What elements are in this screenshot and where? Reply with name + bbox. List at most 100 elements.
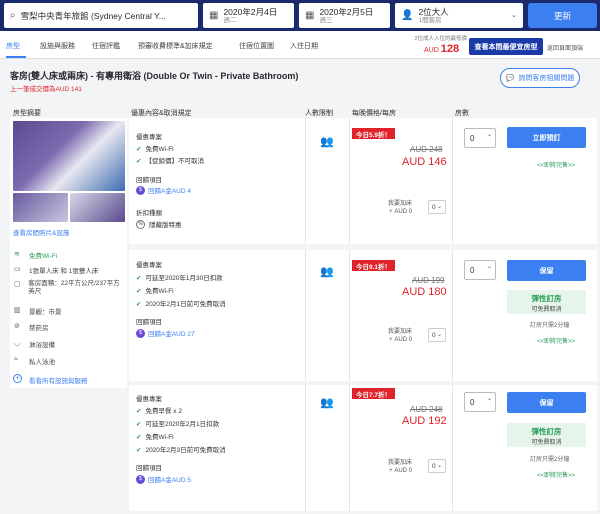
destination-value: 雪梨中央青年旅館 (Sydney Central Y...	[20, 10, 166, 21]
amenity-item: ▭ 1張單人床 和 1張雙人床	[14, 266, 99, 275]
room-qty-select[interactable]: 0 ⌄	[464, 260, 496, 280]
chevron-down-icon: ⌄	[486, 264, 492, 270]
room-photos-link[interactable]: 查看房間照片&設施	[13, 227, 69, 237]
room-photo-main[interactable]	[13, 121, 125, 191]
tab-dates[interactable]: 入住日期	[290, 41, 318, 51]
amenity-item: ≈ 私人泳池	[14, 356, 55, 366]
extra-bed-select[interactable]: 0 ⌄	[428, 459, 446, 473]
amenity-item: ⊘ 禁菸房	[14, 323, 49, 332]
extra-bed-select[interactable]: 0 ⌄	[428, 328, 446, 342]
divider	[349, 118, 350, 244]
checkout-field[interactable]: ▦ 2020年2月5日 週三	[299, 3, 390, 28]
cashback-item[interactable]: $ 回饋A金AUD 5	[136, 474, 191, 484]
check-icon: ✔	[136, 434, 142, 441]
destination-field[interactable]: ⌕ 雪梨中央青年旅館 (Sydney Central Y...	[4, 3, 198, 28]
no-smoking-icon: ⊘	[14, 323, 20, 330]
back-to-top-link[interactable]: 返回頁面頂端	[547, 43, 583, 52]
discount-badge: 今日9.1折！	[352, 260, 396, 271]
check-icon: ✔	[136, 447, 142, 454]
amenity-item: ◡ 淋浴設備	[14, 340, 55, 349]
tab-location[interactable]: 住宿位置圖	[239, 41, 274, 51]
checkin-field[interactable]: ▦ 2020年2月4日 週二	[203, 3, 294, 28]
calendar-icon: ▦	[209, 10, 219, 21]
divider	[452, 385, 453, 511]
search-bar: ⌕ 雪梨中央青年旅館 (Sydney Central Y... ▦ 2020年2…	[0, 0, 600, 31]
tab-policies[interactable]: 預審收費標準&加床規定	[138, 41, 213, 51]
divider	[452, 118, 453, 244]
coin-icon: $	[136, 185, 145, 195]
benefit-item: ✔ 免費早餐 x 2	[136, 408, 182, 415]
benefit-item: ✔ 可延至2020年1月30日扣款	[136, 275, 223, 282]
reserve-button[interactable]: 保留	[507, 392, 586, 413]
room-photo-thumb[interactable]	[13, 193, 68, 222]
chevron-down-icon: ⌄	[486, 396, 492, 402]
checkout-day: 週三	[319, 16, 333, 24]
rooms-count: 1間客房	[418, 16, 442, 24]
size-icon: ▢	[14, 281, 21, 288]
user-icon: 👤	[401, 10, 414, 21]
discount-badge: 今日5.9折！	[352, 128, 396, 139]
divider	[452, 250, 453, 381]
calendar-icon: ▦	[305, 10, 315, 21]
check-icon: ✔	[136, 146, 142, 153]
col-benefits: 優惠內容&取消規定	[131, 110, 192, 117]
extra-bed-select[interactable]: 0 ⌄	[428, 200, 446, 214]
divider	[305, 250, 306, 381]
all-amenities-link[interactable]: 看看所有設施與服務	[29, 375, 88, 385]
wifi-icon: ≋	[14, 251, 20, 258]
current-price: AUD 192	[402, 415, 447, 427]
chevron-down-icon: ⌄	[436, 463, 442, 469]
benefit-item: ✔ 免費Wi-Fi	[136, 146, 174, 153]
two-persons-icon: 👥	[320, 397, 334, 409]
divider	[305, 385, 306, 511]
ask-question-button[interactable]: 💬 詢問客房相關問題	[500, 68, 580, 88]
update-button[interactable]: 更新	[528, 3, 597, 28]
booking-time-note: 訂房只需2分鐘	[530, 457, 570, 463]
bath-icon: ◡	[14, 340, 21, 347]
plus-icon: +	[13, 374, 22, 383]
benefit-item: ✔ 2020年2月1日前可免費取消	[136, 301, 226, 308]
room-qty-select[interactable]: 0 ⌄	[464, 392, 496, 412]
lowest-price-note: 2位成人入住的最低價	[414, 36, 467, 42]
cashback-item[interactable]: $ 回饋A金AUD 27	[136, 328, 195, 338]
coin-icon: $	[136, 328, 145, 338]
chevron-down-icon: ⌄	[486, 132, 492, 138]
room-photo-thumb[interactable]	[70, 193, 125, 222]
checkin-day: 週二	[223, 16, 237, 24]
tab-reviews[interactable]: 住宿評鑑	[92, 41, 120, 51]
tab-room-types[interactable]: 房型	[6, 41, 20, 51]
extra-bed: 我要加床 + AUD 0	[387, 460, 412, 474]
two-persons-icon: 👥	[320, 136, 334, 148]
active-tab-indicator	[6, 56, 26, 58]
best-price-button[interactable]: 查看本間最便宜房型	[469, 38, 543, 55]
tab-facilities[interactable]: 設施與服務	[40, 41, 75, 51]
extra-bed: 我要加床 + AUD 0	[387, 329, 412, 343]
bed-icon: ▭	[14, 266, 21, 273]
guests-field[interactable]: 👤 2位大人 1間客房 ⌄	[395, 3, 523, 28]
benefits-title: 優惠專案	[136, 396, 162, 403]
divider	[305, 118, 306, 244]
check-icon: ✔	[136, 408, 142, 415]
ask-question-label: 詢問客房相關問題	[518, 75, 575, 82]
reserve-button[interactable]: 保留	[507, 260, 586, 281]
benefit-item: ✔ 免費Wi-Fi	[136, 434, 174, 441]
chat-icon: 💬	[505, 75, 515, 82]
two-persons-icon: 👥	[320, 266, 334, 278]
col-capacity: 人數限制	[305, 110, 333, 117]
col-price: 每晚價格/每房	[352, 110, 396, 117]
check-icon: ✔	[136, 288, 142, 295]
booking-time-note: 訂房只需2分鐘	[530, 323, 570, 329]
extra-bed: 我要加床 + AUD 0	[387, 201, 412, 215]
benefits-title: 優惠專案	[136, 262, 162, 269]
cashback-item[interactable]: $ 回饋A金AUD 4	[136, 185, 191, 195]
room-qty-select[interactable]: 0 ⌄	[464, 128, 496, 148]
benefit-item: ✔ 【促銷價】不可取消	[136, 158, 204, 165]
previous-price: 上一筆成交價為AUD 141	[10, 86, 82, 93]
benefit-item: ✔ 免費Wi-Fi	[136, 288, 174, 295]
cashback-title: 回饋項目	[136, 319, 162, 326]
check-icon: ✔	[136, 275, 142, 282]
room-title: 客房(雙人床或兩床) - 有專用衛浴 (Double Or Twin - Pri…	[10, 71, 299, 81]
book-now-button[interactable]: 立即預訂	[507, 127, 586, 148]
guests-count: 2位大人	[418, 6, 449, 17]
current-price: AUD 146	[402, 156, 447, 168]
